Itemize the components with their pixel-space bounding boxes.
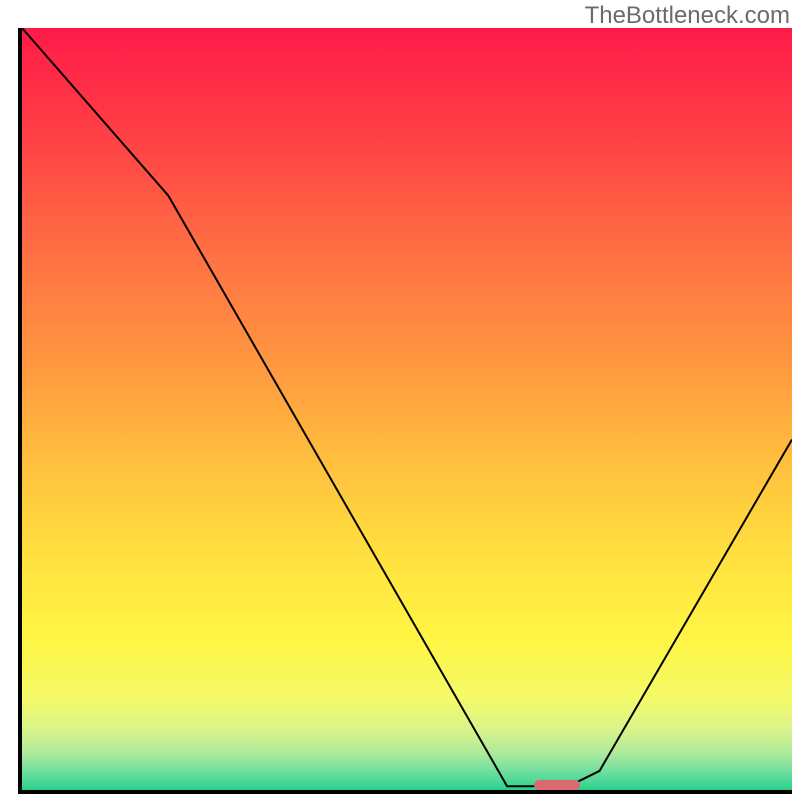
curve-path xyxy=(22,28,792,786)
optimal-marker xyxy=(534,780,580,790)
bottleneck-curve xyxy=(22,28,792,790)
chart-frame: TheBottleneck.com xyxy=(0,0,800,800)
plot-area xyxy=(18,28,792,794)
watermark-label: TheBottleneck.com xyxy=(585,2,790,30)
